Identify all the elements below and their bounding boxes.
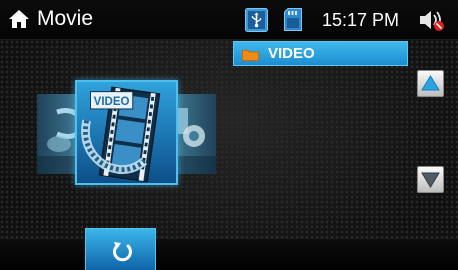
media-screen: Movie 15:17 PM VIDEO VIDEO [0,0,458,270]
carousel-item-video-selected[interactable]: VIDEO [75,80,178,185]
sd-card-icon [284,8,302,31]
bottom-bar [0,238,458,270]
home-icon[interactable] [8,9,30,29]
clock: 15:17 PM [322,10,400,30]
usb-icon [245,8,268,32]
triangle-down-icon [421,172,440,188]
scroll-up-button[interactable] [417,70,444,97]
folder-icon [242,48,259,61]
triangle-up-icon [421,75,440,91]
folder-label: VIDEO [268,45,315,62]
scroll-down-button[interactable] [417,166,444,193]
back-button[interactable] [85,228,156,270]
status-bar: Movie 15:17 PM [0,0,458,40]
app-title: Movie [37,7,94,30]
return-icon [112,242,132,262]
volume-muted-icon[interactable] [418,8,445,32]
folder-item-video[interactable]: VIDEO [233,41,408,66]
carousel-video-label: VIDEO [94,96,130,108]
